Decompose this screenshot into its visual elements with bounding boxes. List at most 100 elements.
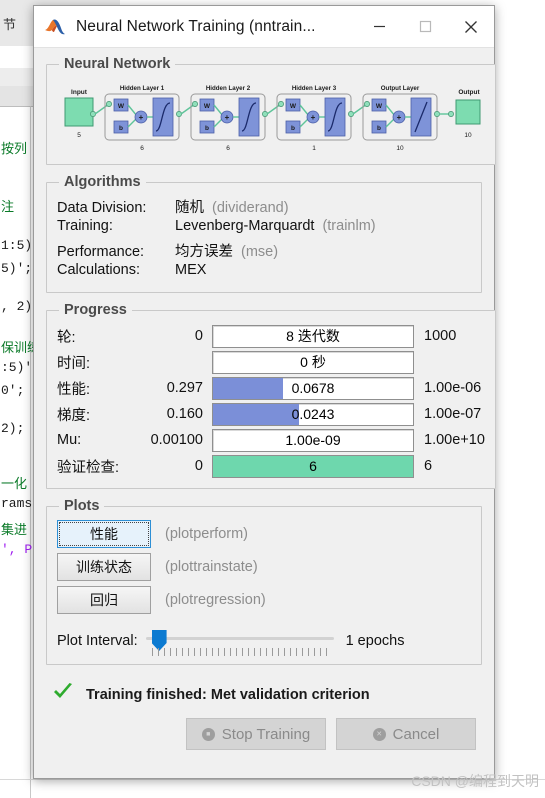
algorithm-function: (dividerand) bbox=[212, 200, 289, 216]
progress-current-value: 0 bbox=[194, 328, 203, 344]
diagram-text: W bbox=[376, 103, 383, 110]
code-line: 0'; bbox=[1, 383, 25, 398]
plot-function-name: (plotperform) bbox=[165, 526, 248, 542]
matlab-membrane-icon bbox=[44, 17, 66, 37]
algorithm-row: Training: Levenberg-Marquardt (trainlm) bbox=[57, 218, 471, 240]
progress-row: 轮: 0 8 迭代数 1000 bbox=[57, 324, 485, 348]
diagram-text: W bbox=[118, 103, 125, 110]
code-line: 5)'; bbox=[1, 261, 33, 276]
progress-label: 验证检查: bbox=[57, 459, 120, 476]
diagram-text: b bbox=[377, 125, 381, 132]
progress-bar: 0.0243 bbox=[212, 402, 414, 426]
diagram-text: b bbox=[205, 125, 209, 132]
close-button[interactable] bbox=[448, 6, 494, 47]
plot-row: 回归 (plotregression) bbox=[57, 586, 471, 614]
progress-target-value: 1000 bbox=[424, 328, 457, 344]
diagram-text: 6 bbox=[226, 145, 230, 152]
algorithm-label: Calculations: bbox=[57, 262, 141, 278]
diagram-text: 6 bbox=[140, 145, 144, 152]
diagram-text: + bbox=[225, 113, 230, 122]
algorithms-legend: Algorithms bbox=[64, 174, 141, 190]
diagram-text: 5 bbox=[77, 132, 81, 139]
progress-row: 验证检查: 0 6 6 bbox=[57, 454, 485, 478]
diagram-text: 10 bbox=[396, 145, 404, 152]
editor-tab-label: 节 bbox=[3, 17, 17, 32]
algorithm-label: Training: bbox=[57, 218, 113, 234]
algorithm-value: 随机 bbox=[175, 200, 204, 216]
diagram-text: Output bbox=[458, 89, 480, 96]
progress-bar: 6 bbox=[212, 454, 414, 478]
progress-bar: 8 迭代数 bbox=[212, 324, 414, 348]
code-line: 一化 bbox=[1, 477, 28, 492]
plot-interval-slider[interactable] bbox=[145, 628, 334, 656]
dialog-titlebar: Neural Network Training (nntrain... bbox=[34, 6, 494, 48]
code-line: :5)' bbox=[1, 360, 33, 375]
cancel-button[interactable]: ✕ Cancel bbox=[336, 718, 476, 750]
diagram-text: + bbox=[139, 113, 144, 122]
diagram-text: Input bbox=[71, 89, 88, 96]
code-line: 按列 bbox=[1, 142, 28, 157]
algorithm-row: Performance: 均方误差 (mse) bbox=[57, 240, 471, 262]
diagram-text: W bbox=[204, 103, 211, 110]
plot-row: 性能 (plotperform) bbox=[57, 520, 471, 548]
dialog-title: Neural Network Training (nntrain... bbox=[76, 17, 316, 35]
status-text: Training finished: Met validation criter… bbox=[86, 687, 370, 703]
plot-function-name: (plotregression) bbox=[165, 592, 266, 608]
progress-group: Progress 轮: 0 8 迭代数 1000 时间: 0 秒性能: 0.297 0.067… bbox=[46, 302, 496, 489]
plot-button[interactable]: 训练状态 bbox=[57, 553, 151, 581]
progress-label: 性能: bbox=[57, 381, 91, 398]
diagram-text: Hidden Layer 3 bbox=[292, 85, 337, 92]
progress-row: 梯度: 0.160 0.0243 1.00e-07 bbox=[57, 402, 485, 426]
diagram-text: 1 bbox=[312, 145, 316, 152]
plot-interval-label: Plot Interval: bbox=[57, 633, 138, 649]
stop-icon: ■ bbox=[201, 727, 215, 741]
progress-bar: 1.00e-09 bbox=[212, 428, 414, 452]
diagram-text: Hidden Layer 2 bbox=[206, 85, 251, 92]
algorithm-value: Levenberg-Marquardt bbox=[175, 218, 315, 234]
plot-button[interactable]: 性能 bbox=[57, 520, 151, 548]
code-line: 2); bbox=[1, 421, 25, 436]
progress-bar-text: 0 秒 bbox=[300, 354, 326, 370]
progress-label: 轮: bbox=[57, 329, 76, 346]
progress-bar-text: 6 bbox=[309, 458, 317, 474]
neural-network-group: Neural Network Input 5 Hidden Layer 1 6 Wb + H… bbox=[46, 56, 496, 165]
progress-label: 时间: bbox=[57, 355, 91, 372]
code-line: 注 bbox=[1, 200, 15, 215]
progress-target-value: 1.00e-07 bbox=[424, 406, 482, 422]
diagram-text: Hidden Layer 1 bbox=[120, 85, 165, 92]
algorithm-value: MEX bbox=[175, 262, 207, 278]
plot-interval-value: 1 epochs bbox=[345, 633, 405, 649]
progress-current-value: 0.00100 bbox=[150, 432, 203, 448]
stop-training-button[interactable]: ■ Stop Training bbox=[186, 718, 326, 750]
progress-target-value: 6 bbox=[424, 458, 433, 474]
code-line: ', P bbox=[1, 542, 33, 557]
code-line: , 2) bbox=[1, 299, 33, 314]
plot-function-name: (plottrainstate) bbox=[165, 559, 258, 575]
maximize-button[interactable] bbox=[402, 6, 448, 47]
progress-list: 轮: 0 8 迭代数 1000 时间: 0 秒性能: 0.297 0.0678 1.00e-06… bbox=[57, 324, 485, 478]
plot-button[interactable]: 回归 bbox=[57, 586, 151, 614]
algorithm-value: 均方误差 bbox=[175, 244, 233, 260]
algorithm-function: (mse) bbox=[241, 244, 279, 260]
progress-bar: 0.0678 bbox=[212, 376, 414, 400]
progress-current-value: 0.297 bbox=[166, 380, 203, 396]
progress-bar-text: 1.00e-09 bbox=[285, 432, 341, 448]
diagram-text: 10 bbox=[464, 132, 472, 139]
progress-row: 时间: 0 秒 bbox=[57, 350, 485, 374]
window-controls bbox=[356, 6, 494, 47]
diagram-text: + bbox=[397, 113, 402, 122]
cancel-icon: ✕ bbox=[372, 727, 386, 741]
code-line: rams bbox=[1, 496, 33, 511]
dialog-button-row: ■ Stop Training ✕ Cancel bbox=[34, 710, 494, 750]
algorithm-row: Calculations: MEX bbox=[57, 262, 471, 284]
cancel-label: Cancel bbox=[392, 725, 440, 743]
training-dialog: Neural Network Training (nntrain... Neur… bbox=[33, 5, 496, 779]
progress-bar-text: 0.0678 bbox=[291, 380, 335, 396]
diagram-text: W bbox=[290, 103, 297, 110]
minimize-button[interactable] bbox=[356, 6, 402, 47]
diagram-text: Output Layer bbox=[381, 85, 420, 92]
progress-bar: 0 秒 bbox=[212, 350, 414, 374]
code-line: 1:5) bbox=[1, 238, 33, 253]
algorithms-group: Algorithms Data Division: 随机 (dividerand) T… bbox=[46, 174, 482, 293]
algorithms-list: Data Division: 随机 (dividerand) Training: Lev… bbox=[57, 196, 471, 284]
